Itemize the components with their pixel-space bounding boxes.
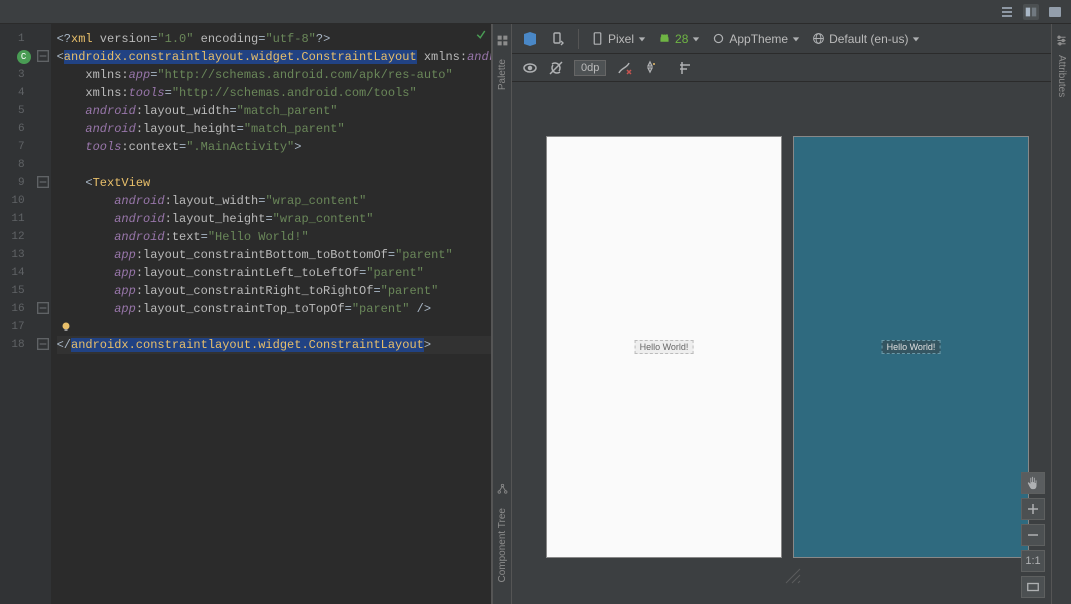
code-line[interactable] [57, 156, 491, 174]
chevron-down-icon [638, 32, 646, 46]
line-number: 2C [0, 48, 51, 66]
fold-icon[interactable] [37, 176, 49, 188]
line-number: 5 [0, 102, 51, 120]
autoconnect-icon[interactable] [548, 60, 564, 76]
code-line[interactable]: app:layout_constraintRight_toRightOf="pa… [57, 282, 491, 300]
line-number: 6 [0, 120, 51, 138]
fold-icon[interactable] [37, 338, 49, 350]
code-line[interactable]: app:layout_constraintBottom_toBottomOf="… [57, 246, 491, 264]
view-options-icon[interactable] [522, 60, 538, 76]
clear-constraints-icon[interactable] [616, 60, 632, 76]
line-number: 18 [0, 336, 51, 354]
code-editor[interactable]: 12C3456789101112131415161718 <?xml versi… [0, 24, 492, 604]
zoom-actual-button[interactable]: 1:1 [1021, 550, 1045, 572]
design-preview-light[interactable]: Hello World! [546, 136, 782, 558]
line-number: 7 [0, 138, 51, 156]
line-number: 13 [0, 246, 51, 264]
code-line[interactable]: tools:context=".MainActivity"> [57, 138, 491, 156]
line-number: 17 [0, 318, 51, 336]
code-line[interactable]: app:layout_constraintLeft_toLeftOf="pare… [57, 264, 491, 282]
gutter: 12C3456789101112131415161718 [0, 24, 51, 604]
code-line[interactable]: <TextView [57, 174, 491, 192]
chevron-down-icon [912, 32, 920, 46]
theme-label: AppTheme [729, 32, 788, 46]
attributes-icon [1055, 34, 1068, 47]
locale-dropdown[interactable]: Default (en-us) [812, 32, 920, 46]
resize-handle-icon[interactable] [782, 565, 802, 585]
theme-dropdown[interactable]: AppTheme [712, 32, 800, 46]
attributes-tab[interactable]: Attributes [1056, 51, 1067, 101]
api-dropdown[interactable]: 28 [658, 32, 700, 46]
inspection-ok-icon [475, 28, 487, 44]
device-label: Pixel [608, 32, 634, 46]
code-line[interactable]: app:layout_constraintTop_toTopOf="parent… [57, 300, 491, 318]
fold-icon[interactable] [37, 50, 49, 62]
locale-label: Default (en-us) [829, 32, 908, 46]
design-surface-icon[interactable] [522, 31, 538, 47]
zoom-in-button[interactable] [1021, 498, 1045, 520]
chevron-down-icon [692, 32, 700, 46]
api-label: 28 [675, 32, 688, 46]
line-number: 3 [0, 66, 51, 84]
guidelines-icon[interactable] [678, 60, 694, 76]
component-tree-tab[interactable]: Component Tree [497, 502, 508, 589]
line-number: 11 [0, 210, 51, 228]
line-number: 8 [0, 156, 51, 174]
code-line[interactable]: android:layout_height="match_parent" [57, 120, 491, 138]
line-number: 12 [0, 228, 51, 246]
split-view-icon[interactable] [1023, 4, 1039, 20]
design-view-icon[interactable] [1047, 4, 1063, 20]
line-number: 16 [0, 300, 51, 318]
orientation-icon[interactable] [550, 31, 566, 47]
code-line[interactable]: xmlns:tools="http://schemas.android.com/… [57, 84, 491, 102]
code-line[interactable]: <?xml version="1.0" encoding="utf-8"?> [57, 30, 491, 48]
code-line[interactable]: <androidx.constraintlayout.widget.Constr… [57, 48, 491, 66]
zoom-fit-button[interactable] [1021, 576, 1045, 598]
chevron-down-icon [792, 32, 800, 46]
code-line[interactable]: xmlns:app="http://schemas.android.com/ap… [57, 66, 491, 84]
code-line[interactable] [57, 318, 491, 336]
component-tree-icon [496, 483, 509, 496]
code-view-icon[interactable] [999, 4, 1015, 20]
code-line[interactable]: </androidx.constraintlayout.widget.Const… [57, 336, 491, 354]
preview-textview[interactable]: Hello World! [882, 340, 941, 354]
infer-constraints-icon[interactable] [642, 60, 658, 76]
code-line[interactable]: android:layout_width="wrap_content" [57, 192, 491, 210]
code-body[interactable]: <?xml version="1.0" encoding="utf-8"?><a… [51, 24, 491, 604]
line-number: 15 [0, 282, 51, 300]
intention-bulb-icon[interactable] [61, 321, 71, 331]
device-dropdown[interactable]: Pixel [591, 32, 646, 46]
palette-tab[interactable]: Palette [497, 53, 508, 96]
line-number: 1 [0, 30, 51, 48]
code-line[interactable]: android:layout_width="match_parent" [57, 102, 491, 120]
design-preview-blueprint[interactable]: Hello World! [793, 136, 1029, 558]
default-margin-dropdown[interactable]: 0dp [574, 60, 606, 76]
line-number: 9 [0, 174, 51, 192]
line-number: 10 [0, 192, 51, 210]
preview-textview[interactable]: Hello World! [635, 340, 694, 354]
class-gutter-icon[interactable]: C [17, 50, 31, 64]
zoom-out-button[interactable] [1021, 524, 1045, 546]
code-line[interactable]: android:text="Hello World!" [57, 228, 491, 246]
code-line[interactable]: android:layout_height="wrap_content" [57, 210, 491, 228]
line-number: 4 [0, 84, 51, 102]
fold-icon[interactable] [37, 302, 49, 314]
design-canvas[interactable]: Hello World! Hello World! 1:1 [512, 82, 1051, 604]
line-number: 14 [0, 264, 51, 282]
pan-button[interactable] [1021, 472, 1045, 494]
palette-icon [496, 34, 509, 47]
